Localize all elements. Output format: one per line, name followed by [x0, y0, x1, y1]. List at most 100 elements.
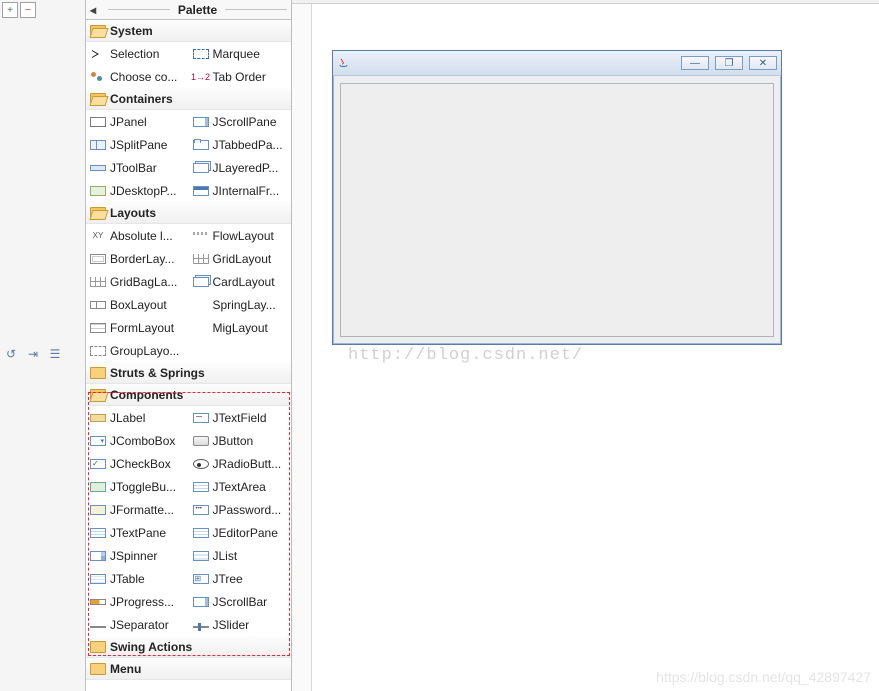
collapse-all-button[interactable]: −	[20, 2, 36, 18]
palette-item-jprogress[interactable]: JProgress...	[86, 590, 189, 613]
palette-item-jcombobox[interactable]: JComboBox	[86, 429, 189, 452]
folder-open-icon	[90, 389, 106, 401]
palette-item-gridlayout[interactable]: GridLayout	[189, 247, 292, 270]
palette-item-jpanel[interactable]: JPanel	[86, 110, 189, 133]
palette-item-jlist[interactable]: JList	[189, 544, 292, 567]
palette-item-jscrollpane[interactable]: JScrollPane	[189, 110, 292, 133]
tool-icon-1[interactable]: ↺	[2, 346, 20, 362]
prog-icon	[90, 599, 106, 605]
palette-item-springlay[interactable]: SpringLay...	[189, 293, 292, 316]
palette-item-label: JTextPane	[110, 526, 166, 540]
palette-panel: ◂ Palette System Selection Marquee Choose c…	[86, 0, 292, 691]
palette-item-label: GridLayout	[213, 252, 272, 266]
tool-icon-3[interactable]: ☰	[46, 346, 64, 362]
grid-icon	[193, 254, 209, 264]
category-header-system[interactable]: System	[86, 20, 291, 42]
palette-item-formlayout[interactable]: FormLayout	[86, 316, 189, 339]
palette-item-absolutel[interactable]: Absolute l...	[86, 224, 189, 247]
category-header-components[interactable]: Components	[86, 384, 291, 406]
palette-item-jcheckbox[interactable]: JCheckBox	[86, 452, 189, 475]
category-struts: Struts & Springs	[86, 362, 291, 384]
palette-item-jlayeredp[interactable]: JLayeredP...	[189, 156, 292, 179]
jframe-content-pane[interactable]	[340, 83, 774, 337]
palette-item-label: SpringLay...	[213, 298, 276, 312]
minimize-button[interactable]: —	[681, 56, 709, 70]
category-items: JLabelJTextField JComboBox JButtonJCheckBo…	[86, 406, 291, 636]
watermark-text-2: https://blog.csdn.net/qq_42897427	[656, 669, 871, 685]
box-icon	[90, 301, 106, 309]
canvas-topbar	[292, 0, 879, 4]
palette-item-jslider[interactable]: JSlider	[189, 613, 292, 636]
palette-item-chooseco[interactable]: Choose co...	[86, 65, 189, 88]
palette-item-label: JTree	[213, 572, 243, 586]
palette-item-borderlay[interactable]: BorderLay...	[86, 247, 189, 270]
palette-item-label: Marquee	[213, 47, 260, 61]
palette-item-selection[interactable]: Selection	[86, 42, 189, 65]
palette-item-cardlayout[interactable]: CardLayout	[189, 270, 292, 293]
category-header-menu[interactable]: Menu	[86, 658, 291, 680]
palette-item-jdesktopp[interactable]: JDesktopP...	[86, 179, 189, 202]
palette-item-jformatte[interactable]: JFormatte...	[86, 498, 189, 521]
palette-item-gridbagla[interactable]: GridBagLa...	[86, 270, 189, 293]
palette-item-jbutton[interactable]: JButton	[189, 429, 292, 452]
palette-item-miglayout[interactable]: MigLayout	[189, 316, 292, 339]
designer-canvas[interactable]: — ❐ ✕ http://blog.csdn.net/ https://blog…	[292, 0, 879, 691]
palette-item-boxlayout[interactable]: BoxLayout	[86, 293, 189, 316]
palette-item-jtextfield[interactable]: JTextField	[189, 406, 292, 429]
palette-item-label: JList	[213, 549, 238, 563]
category-header-layouts[interactable]: Layouts	[86, 202, 291, 224]
palette-item-flowlayout[interactable]: FlowLayout	[189, 224, 292, 247]
collapse-arrow-icon[interactable]: ◂	[90, 3, 104, 17]
category-label: Components	[110, 388, 183, 402]
sep-icon	[90, 626, 106, 628]
jframe-preview[interactable]: — ❐ ✕	[332, 50, 782, 345]
palette-item-jpassword[interactable]: JPassword...	[189, 498, 292, 521]
palette-item-jradiobutt[interactable]: JRadioButt...	[189, 452, 292, 475]
palette-item-jtextarea[interactable]: JTextArea	[189, 475, 292, 498]
palette-item-grouplayo[interactable]: GroupLayo...	[86, 339, 189, 362]
palette-item-jinternalfr[interactable]: JInternalFr...	[189, 179, 292, 202]
palette-item-label: JSlider	[213, 618, 250, 632]
palette-item-jtoolbar[interactable]: JToolBar	[86, 156, 189, 179]
category-items: Selection Marquee Choose co...1→2Tab Order	[86, 42, 291, 88]
palette-item-taborder[interactable]: 1→2Tab Order	[189, 65, 292, 88]
palette-item-jspinner[interactable]: JSpinner	[86, 544, 189, 567]
palette-item-jscrollbar[interactable]: JScrollBar	[189, 590, 292, 613]
expand-all-button[interactable]: +	[2, 2, 18, 18]
palette-item-label: GroupLayo...	[110, 344, 179, 358]
palette-item-jtabbedpa[interactable]: JTabbedPa...	[189, 133, 292, 156]
palette-item-jtree[interactable]: JTree	[189, 567, 292, 590]
folder-closed-icon	[90, 367, 106, 379]
palette-item-label: JComboBox	[110, 434, 175, 448]
category-header-swing_actions[interactable]: Swing Actions	[86, 636, 291, 658]
spinner-icon	[90, 551, 106, 561]
category-header-containers[interactable]: Containers	[86, 88, 291, 110]
border-icon	[90, 254, 106, 264]
palette-scroll[interactable]: System Selection Marquee Choose co...1→2Tab…	[86, 20, 291, 691]
palette-item-jtextpane[interactable]: JTextPane	[86, 521, 189, 544]
maximize-button[interactable]: ❐	[715, 56, 743, 70]
palette-item-label: JFormatte...	[110, 503, 174, 517]
palette-item-jeditorpane[interactable]: JEditorPane	[189, 521, 292, 544]
close-button[interactable]: ✕	[749, 56, 777, 70]
palette-item-marquee[interactable]: Marquee	[189, 42, 292, 65]
area-icon	[193, 528, 209, 538]
layer-icon	[193, 277, 209, 287]
label-icon	[90, 414, 106, 422]
marquee-icon	[193, 49, 209, 59]
jframe-titlebar[interactable]: — ❐ ✕	[333, 51, 781, 76]
tool-icon-2[interactable]: ⇥	[24, 346, 42, 362]
palette-item-jtable[interactable]: JTable	[86, 567, 189, 590]
category-header-struts[interactable]: Struts & Springs	[86, 362, 291, 384]
palette-item-label: Selection	[110, 47, 159, 61]
folder-closed-icon	[90, 641, 106, 653]
category-label: Menu	[110, 662, 141, 676]
palette-item-jseparator[interactable]: JSeparator	[86, 613, 189, 636]
palette-item-jtogglebu[interactable]: JToggleBu...	[86, 475, 189, 498]
palette-header[interactable]: ◂ Palette	[86, 0, 291, 20]
palette-item-label: JProgress...	[110, 595, 174, 609]
palette-title: Palette	[174, 3, 221, 17]
palette-item-jlabel[interactable]: JLabel	[86, 406, 189, 429]
palette-item-label: JSplitPane	[110, 138, 167, 152]
palette-item-jsplitpane[interactable]: JSplitPane	[86, 133, 189, 156]
